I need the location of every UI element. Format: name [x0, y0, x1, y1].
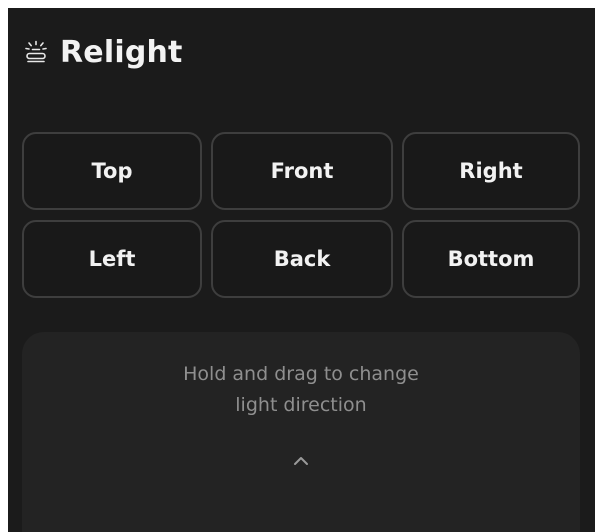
direction-back-button[interactable]: Back — [211, 220, 393, 298]
light-direction-drag-area[interactable]: Hold and drag to change light direction — [22, 332, 580, 532]
panel-title: Relight — [60, 34, 183, 70]
drag-hint: Hold and drag to change light direction — [22, 359, 580, 421]
direction-top-button[interactable]: Top — [22, 132, 202, 210]
relight-lamp-icon — [24, 40, 48, 64]
drag-hint-line-2: light direction — [235, 394, 367, 416]
relight-panel: Relight Top Front Right Left Back Bottom… — [8, 8, 595, 532]
direction-front-button[interactable]: Front — [211, 132, 393, 210]
direction-button-grid: Top Front Right Left Back Bottom — [22, 132, 580, 298]
direction-left-button[interactable]: Left — [22, 220, 202, 298]
panel-header: Relight — [24, 30, 183, 74]
direction-right-button[interactable]: Right — [402, 132, 580, 210]
drag-hint-line-1: Hold and drag to change — [183, 363, 419, 385]
direction-bottom-button[interactable]: Bottom — [402, 220, 580, 298]
chevron-up-icon — [292, 452, 310, 465]
